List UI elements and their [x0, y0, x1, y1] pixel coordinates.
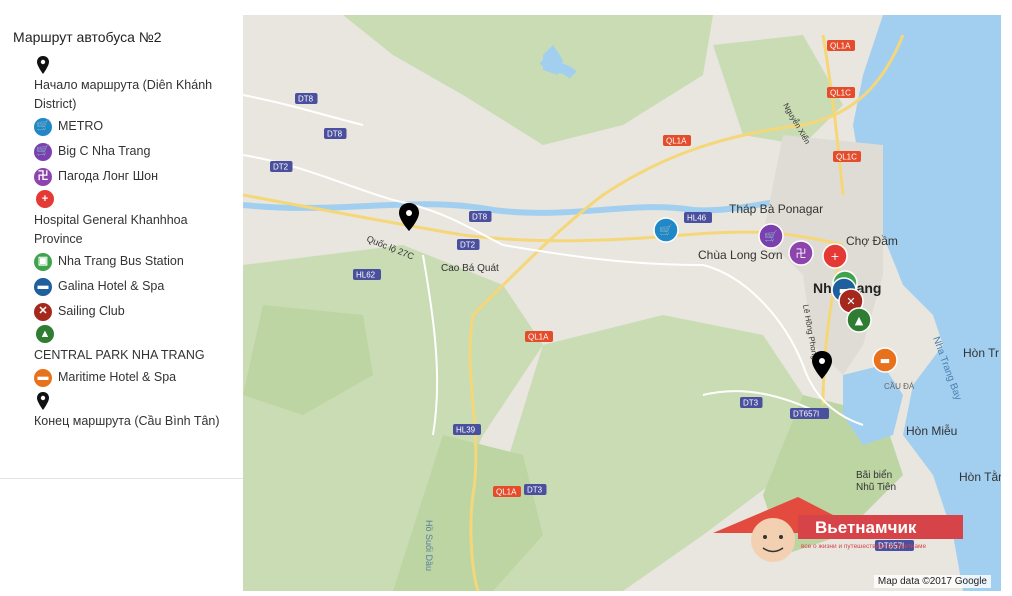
road-shield: QL1A [525, 331, 553, 342]
svg-text:DT657I: DT657I [793, 410, 819, 419]
map-label-hon-mieu: Hòn Miễu [906, 423, 957, 438]
hotel-bed-icon: ▬ [34, 368, 52, 387]
hotel-bed-icon: ▬ [34, 277, 52, 296]
legend-item-label: CENTRAL PARK NHA TRANG [34, 348, 205, 362]
road-shield: DT2 [457, 239, 480, 250]
map-label-cau-da: CẦU ĐÁ [884, 381, 915, 391]
map-label-thap-ba: Tháp Bà Ponagar [729, 202, 823, 216]
map-marker-shopping-cart-icon[interactable]: 🛒 [758, 223, 784, 249]
legend-item-label: Galina Hotel & Spa [58, 279, 165, 293]
svg-text:HL62: HL62 [356, 271, 376, 280]
legend-item-label: Hospital General Khanhhoa Province [34, 213, 188, 246]
svg-text:DT2: DT2 [460, 241, 476, 250]
legend-item[interactable]: Конец маршрута (Cầu Bình Tân) [34, 390, 234, 431]
map-label-bai-bien: Bãi biển [856, 469, 892, 481]
map-canvas: Tháp Bà Ponagar Chợ Đầm Chùa Long Sơn Nh… [243, 15, 1001, 591]
map-label-nhu-tien: Nhũ Tiên [856, 482, 896, 493]
tree-icon: ▲ [36, 325, 54, 343]
legend-item[interactable]: ▬ Galina Hotel & Spa [34, 274, 234, 299]
route-title: Маршрут автобуса №2 [13, 29, 162, 45]
map-attribution[interactable]: Map data ©2017 Google [873, 575, 991, 588]
road-shield: QL1A [663, 135, 691, 146]
svg-text:QL1A: QL1A [830, 42, 851, 51]
map-label-chua-long-son: Chùa Long Sơn [698, 248, 783, 262]
map-label-hon-tan: Hòn Tằn [959, 469, 1001, 484]
legend-item[interactable]: 卍 Пагода Лонг Шон [34, 164, 234, 189]
legend-item[interactable]: ▲ CENTRAL PARK NHA TRANG [34, 324, 234, 365]
svg-text:✕: ✕ [846, 295, 855, 308]
road-shield: QL1C [827, 87, 855, 98]
svg-text:DT8: DT8 [298, 95, 314, 104]
map-marker-tree-icon[interactable]: ▲ [846, 307, 872, 333]
svg-text:卍: 卍 [796, 247, 807, 260]
svg-text:DT2: DT2 [273, 163, 289, 172]
road-shield: HL62 [353, 269, 381, 280]
road-shield: HL39 [453, 424, 481, 435]
svg-text:DT8: DT8 [327, 130, 343, 139]
legend-item-label: Big C Nha Trang [58, 144, 151, 158]
svg-text:🛒: 🛒 [764, 230, 778, 243]
legend-item[interactable]: ▣ Nha Trang Bus Station [34, 249, 234, 274]
watermark-subtitle: все о жизни и путешествиях во Вьетнаме [801, 543, 926, 550]
svg-text:DT3: DT3 [743, 399, 759, 408]
svg-text:HL46: HL46 [687, 214, 707, 223]
svg-text:DT8: DT8 [472, 213, 488, 222]
map-label-cho-dam: Chợ Đầm [846, 234, 898, 248]
legend-item-label: METRO [58, 119, 104, 133]
legend-item[interactable]: ▬ Maritime Hotel & Spa [34, 365, 234, 390]
legend-item-label: Пагода Лонг Шон [58, 169, 159, 183]
legend-item[interactable]: 🛒 METRO [34, 114, 234, 139]
road-shield: DT8 [469, 211, 492, 222]
svg-text:HL39: HL39 [456, 426, 476, 435]
map-marker-pagoda-icon[interactable]: 卍 [788, 240, 814, 266]
legend-item-label: Начало маршрута (Diên Khánh District) [34, 78, 213, 111]
black-pin-icon [37, 56, 49, 74]
legend-item[interactable]: + Hospital General Khanhhoa Province [34, 189, 234, 249]
road-shield: DT657I [790, 408, 829, 419]
restaurant-icon: ✕ [34, 302, 52, 321]
road-shield: DT3 [740, 397, 763, 408]
svg-text:QL1A: QL1A [666, 137, 687, 146]
map-marker-hotel-bed-icon[interactable]: ▬ [872, 347, 898, 373]
legend-item[interactable]: ✕ Sailing Club [34, 299, 234, 324]
map-label-hon-tre: Hòn Tr [963, 346, 999, 360]
legend-item[interactable]: Начало маршрута (Diên Khánh District) [34, 54, 234, 114]
svg-text:▬: ▬ [880, 354, 890, 367]
black-pin-icon [37, 392, 49, 410]
svg-text:+: + [830, 250, 839, 263]
svg-text:QL1C: QL1C [836, 153, 857, 162]
map-marker-shopping-cart-icon[interactable]: 🛒 [653, 217, 679, 243]
svg-text:QL1C: QL1C [830, 89, 851, 98]
svg-text:▲: ▲ [855, 314, 864, 327]
watermark-title: Вьетнамчик [815, 518, 917, 537]
road-shield: DT3 [524, 484, 547, 495]
svg-text:QL1A: QL1A [496, 488, 517, 497]
legend-item-label: Sailing Club [58, 304, 125, 318]
svg-text:DT3: DT3 [527, 486, 543, 495]
shopping-cart-icon: 🛒 [34, 117, 52, 136]
map-label-cao-ba-quat: Cao Bá Quát [441, 263, 499, 274]
map-view[interactable]: Tháp Bà Ponagar Chợ Đầm Chùa Long Sơn Nh… [243, 15, 1001, 591]
legend-item[interactable]: 🛒 Big C Nha Trang [34, 139, 234, 164]
legend-item-label: Nha Trang Bus Station [58, 254, 184, 268]
road-shield: QL1C [833, 151, 861, 162]
legend-item-label: Maritime Hotel & Spa [58, 370, 177, 384]
road-shield: DT8 [324, 128, 347, 139]
road-shield: QL1A [827, 40, 855, 51]
pagoda-icon: 卍 [34, 167, 52, 186]
shopping-cart-icon: 🛒 [34, 142, 52, 161]
map-label-ho-suoi-dau: Hồ Suối Dầu [424, 520, 434, 571]
road-shield: HL46 [684, 212, 712, 223]
svg-text:QL1A: QL1A [528, 333, 549, 342]
route-sidebar: Маршрут автобуса №2 Начало маршрута (Diê… [0, 0, 243, 479]
road-shield: DT2 [270, 161, 293, 172]
legend-item-label: Конец маршрута (Cầu Bình Tân) [34, 414, 220, 428]
medical-cross-icon: + [36, 190, 54, 208]
route-legend: Начало маршрута (Diên Khánh District) 🛒 ME… [34, 54, 234, 431]
svg-text:🛒: 🛒 [659, 224, 673, 237]
map-marker-medical-cross-icon[interactable]: + [822, 243, 848, 269]
road-shield: DT8 [295, 93, 318, 104]
road-shield: QL1A [493, 486, 521, 497]
bus-icon: ▣ [34, 252, 52, 271]
